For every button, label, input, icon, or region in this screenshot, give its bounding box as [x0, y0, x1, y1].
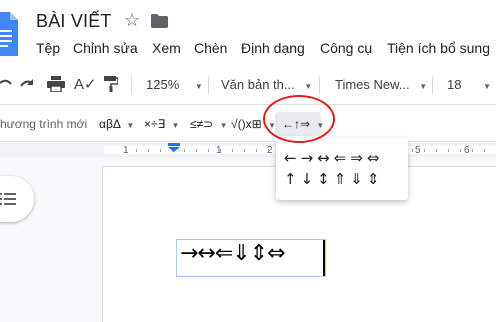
greek-letters-menu[interactable]: αβΔ ▼ [99, 117, 134, 131]
menu-file[interactable]: Tệp [36, 40, 60, 56]
misc-operations-menu[interactable]: ×÷∃ ▼ [144, 117, 179, 131]
font-size-value: 18 [447, 77, 462, 92]
document-title[interactable]: BÀI VIẾT [36, 11, 112, 32]
style-select[interactable]: Văn bản th... ▼ [221, 77, 312, 92]
zoom-select[interactable]: 125% ▼ [146, 77, 203, 92]
ruler-tick [484, 149, 485, 152]
chevron-down-icon: ▼ [126, 121, 135, 130]
undo-icon[interactable] [0, 78, 12, 92]
zoom-value: 125% [146, 77, 180, 92]
ruler-tick [436, 149, 437, 152]
ruler-tick [424, 149, 425, 152]
ruler-tick [136, 149, 137, 152]
list-icon [0, 193, 16, 205]
arrow-symbols-row-2[interactable]: ↑↓↕⇑⇓⇕ [284, 170, 383, 188]
toolbar-divider [319, 76, 320, 94]
docs-logo-icon[interactable] [0, 12, 18, 56]
relations-menu[interactable]: ≤≠⊃ ▼ [190, 117, 228, 131]
chevron-down-icon: ▼ [304, 82, 313, 91]
arrow-symbols-row-1[interactable]: ←→↔⇐⇒⇔ [284, 149, 383, 167]
paint-format-icon[interactable] [104, 76, 118, 92]
ruler-tick [472, 149, 473, 152]
menu-insert[interactable]: Chèn [194, 40, 227, 56]
style-value: Văn bản th... [221, 77, 295, 92]
chevron-down-icon: ▼ [194, 82, 203, 91]
ruler-tick [208, 149, 209, 152]
chevron-down-icon: ▼ [171, 121, 180, 130]
misc-operations-label: ×÷∃ [144, 117, 166, 131]
ruler-tick [448, 149, 449, 152]
ruler-tick [196, 149, 197, 152]
font-value: Times New... [335, 77, 410, 92]
ruler-number: 1 [123, 145, 129, 156]
ruler-number: 5 [415, 145, 421, 156]
toolbar-divider [131, 76, 132, 94]
font-select[interactable]: Times New... ▼ [335, 77, 427, 92]
chevron-down-icon: ▼ [219, 121, 228, 130]
ruler-tick [148, 149, 149, 152]
ruler-tick [460, 149, 461, 152]
toolbar-divider [432, 76, 433, 94]
math-operators-label: √()x⊞ [231, 117, 262, 131]
highlight-annotation [263, 95, 335, 143]
greek-letters-label: αβΔ [99, 117, 121, 131]
new-equation-button[interactable]: hương trình mới [0, 117, 87, 131]
ruler-tick [256, 149, 257, 152]
equation-content[interactable]: →↔⇐⇓⇕⇔ [180, 241, 286, 266]
font-size-select[interactable]: 18 ▼ [447, 77, 491, 92]
menu-view[interactable]: Xem [152, 40, 181, 56]
redo-icon[interactable] [19, 78, 35, 92]
ruler-tick [232, 149, 233, 152]
ruler-tick [412, 149, 413, 152]
ruler-tick [220, 149, 221, 152]
indent-marker-icon[interactable] [168, 143, 180, 152]
chevron-down-icon: ▼ [419, 82, 428, 91]
ruler-tick [184, 149, 185, 152]
relations-label: ≤≠⊃ [190, 117, 214, 131]
text-cursor [323, 240, 325, 276]
arrows-dropdown-panel [276, 138, 408, 200]
ruler-tick [244, 149, 245, 152]
ruler-number: 6 [464, 145, 470, 156]
toolbar-divider [208, 76, 209, 94]
menu-edit[interactable]: Chỉnh sửa [73, 40, 138, 56]
chevron-down-icon: ▼ [483, 82, 492, 91]
menu-tools[interactable]: Công cụ [320, 40, 372, 56]
folder-icon[interactable] [151, 14, 168, 28]
ruler-tick [268, 149, 269, 152]
ruler-tick [160, 149, 161, 152]
print-icon[interactable] [47, 76, 65, 92]
star-icon[interactable]: ☆ [124, 10, 140, 31]
menu-format[interactable]: Định dạng [241, 40, 305, 56]
menu-addons[interactable]: Tiện ích bổ sung [387, 40, 490, 56]
spellcheck-icon[interactable]: A✓ [74, 75, 97, 93]
